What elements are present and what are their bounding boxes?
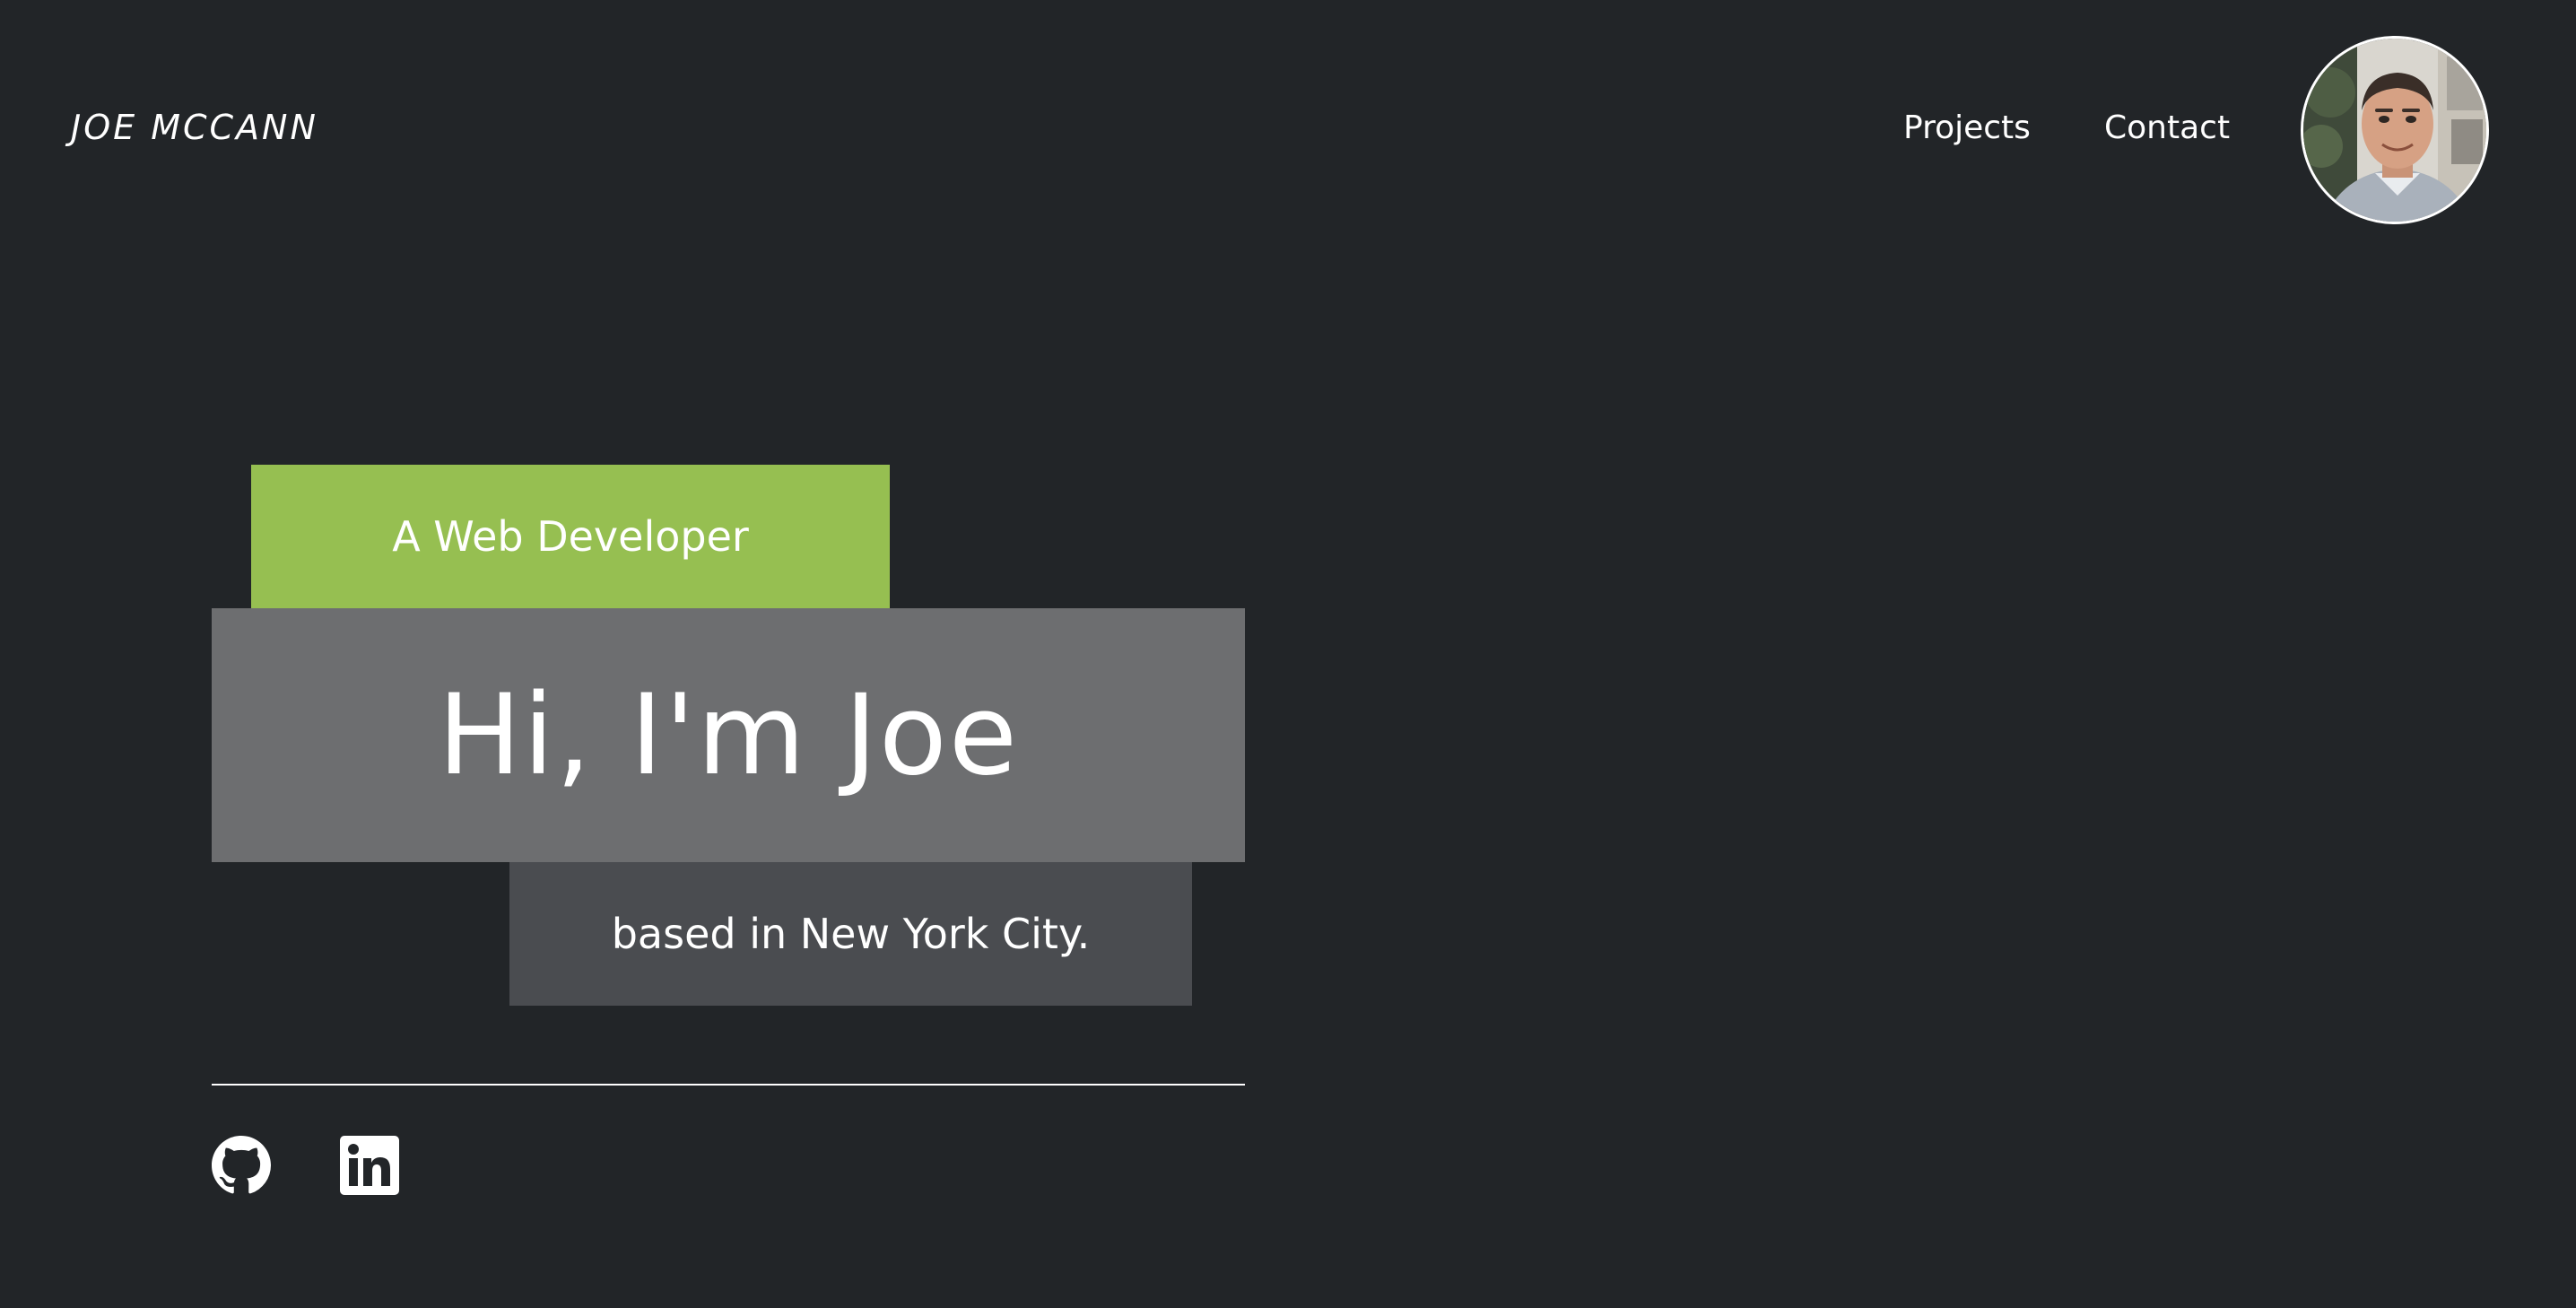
avatar[interactable] [2301,36,2489,224]
page: JOE MCCANN Projects Contact A Web Develo… [0,0,2576,1308]
brand-logo-link[interactable]: JOE MCCANN [71,108,318,147]
headline-box: Hi, I'm Joe [212,608,1245,862]
linkedin-icon [340,1136,399,1195]
nav-projects-link[interactable]: Projects [1903,109,2031,146]
nav-contact-link[interactable]: Contact [2104,109,2230,146]
location-box: based in New York City. [509,862,1192,1006]
linkedin-link[interactable] [340,1136,399,1195]
headline-text: Hi, I'm Joe [437,670,1020,800]
location-text: based in New York City. [611,910,1091,958]
tagline-text: A Web Developer [392,512,749,561]
github-icon [212,1136,271,1194]
avatar-photo [2303,39,2486,222]
tagline-box: A Web Developer [251,465,890,608]
github-link[interactable] [212,1136,271,1195]
divider [212,1084,1245,1086]
